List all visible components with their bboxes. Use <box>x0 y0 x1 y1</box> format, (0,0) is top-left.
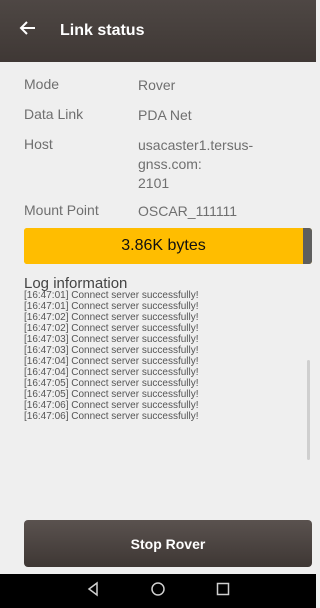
nav-recent-button[interactable] <box>208 576 238 606</box>
log-scrollbar[interactable] <box>307 360 310 460</box>
app-bar: Link status <box>0 0 316 62</box>
circle-home-icon <box>150 581 166 602</box>
log-line: [16:47:05] Connect server successfully! <box>24 389 199 400</box>
log-line: [16:47:05] Connect server successfully! <box>24 378 199 389</box>
back-button[interactable] <box>6 9 50 53</box>
progress-text: 3.86K bytes <box>121 237 206 254</box>
mount-point-value: OSCAR_111111 <box>138 203 238 219</box>
log-list[interactable]: [16:47:01] Connect server successfully![… <box>24 290 312 470</box>
host-line-3: 2101 <box>138 175 170 191</box>
host-line-1: usacaster1.tersus- <box>138 137 254 153</box>
log-line: [16:47:01] Connect server successfully! <box>24 301 199 312</box>
log-line: [16:47:06] Connect server successfully! <box>24 400 199 411</box>
triangle-back-icon <box>85 581 101 602</box>
stop-rover-button[interactable]: Stop Rover <box>24 520 312 567</box>
page-title: Link status <box>60 22 145 39</box>
host-value: usacaster1.tersus- gnss.com: 2101 <box>138 136 298 193</box>
mode-label: Mode <box>24 76 60 92</box>
mode-value: Rover <box>138 77 176 93</box>
log-line: [16:47:02] Connect server successfully! <box>24 312 199 323</box>
log-line: [16:47:01] Connect server successfully! <box>24 290 199 301</box>
log-line: [16:47:04] Connect server successfully! <box>24 356 199 367</box>
host-line-2: gnss.com: <box>138 156 202 172</box>
log-line: [16:47:03] Connect server successfully! <box>24 345 199 356</box>
mount-point-label: Mount Point <box>24 202 99 218</box>
square-recent-icon <box>215 581 231 602</box>
data-link-value: PDA Net <box>138 107 192 123</box>
arrow-left-icon <box>19 19 37 43</box>
log-line: [16:47:04] Connect server successfully! <box>24 367 199 378</box>
log-line: [16:47:02] Connect server successfully! <box>24 323 199 334</box>
system-nav-bar <box>0 574 316 608</box>
host-label: Host <box>24 136 53 152</box>
log-line: [16:47:06] Connect server successfully! <box>24 411 199 422</box>
nav-home-button[interactable] <box>143 576 173 606</box>
nav-back-button[interactable] <box>78 576 108 606</box>
data-link-label: Data Link <box>24 106 84 122</box>
progress-track-end <box>303 228 312 264</box>
data-progress-bar: 3.86K bytes <box>24 228 312 264</box>
log-line: [16:47:03] Connect server successfully! <box>24 334 199 345</box>
